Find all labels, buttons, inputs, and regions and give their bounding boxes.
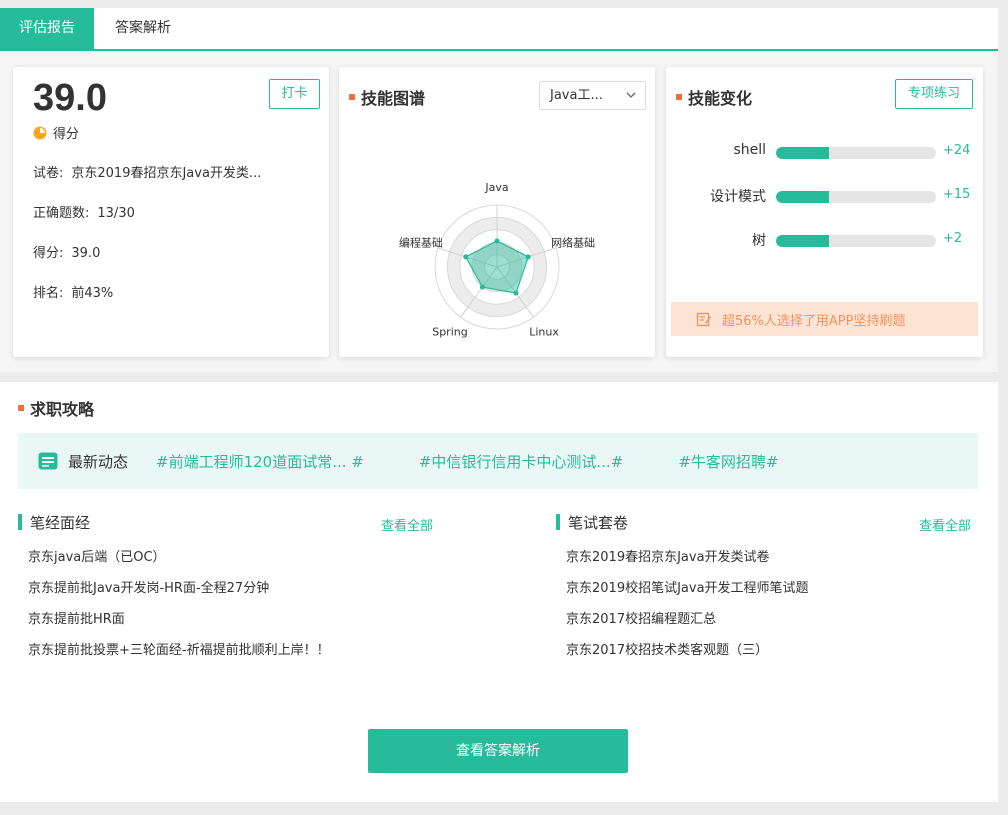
column-marker xyxy=(18,514,22,530)
news-tag[interactable]: #中信银行信用卡中心测试...# xyxy=(419,451,623,472)
app-promo-text: 超56%人选择了用APP坚持刷题 xyxy=(722,313,906,329)
info-label: 排名: xyxy=(33,286,64,301)
list-item[interactable]: 京东2019校招笔试Java开发工程师笔试题 xyxy=(566,573,976,604)
tab-bar: 评估报告 答案解析 xyxy=(0,8,998,51)
job-guide-section: 求职攻略 最新动态 #前端工程师120道面试常... # #中信银行信用卡中心测… xyxy=(0,382,998,802)
skill-radar-chart: Java 网络基础 Linux Spring 编程基础 xyxy=(399,181,595,339)
radar-data-point xyxy=(513,290,519,296)
column-marker xyxy=(556,514,560,530)
score-card: 39.0 得分 打卡 试卷: 京东2019春招京东Java开发类... 正确题数:… xyxy=(13,67,329,357)
exam-list: 京东2019春招京东Java开发类试卷 京东2019校招笔试Java开发工程师笔… xyxy=(556,542,976,666)
news-bar: 最新动态 #前端工程师120道面试常... # #中信银行信用卡中心测试...#… xyxy=(18,433,978,489)
pie-chart-icon xyxy=(33,126,47,139)
view-all-link[interactable]: 查看全部 xyxy=(381,515,433,534)
skill-delta: +24 xyxy=(943,143,971,158)
skill-map-title-text: 技能图谱 xyxy=(361,89,426,108)
radar-axis-label: Linux xyxy=(529,326,559,339)
title-marker xyxy=(18,405,24,411)
list-item[interactable]: 京东提前批投票+三轮面经-祈福提前批顺利上岸！！ xyxy=(28,635,438,666)
job-guide-title: 求职攻略 xyxy=(18,396,94,420)
radar-data-point xyxy=(463,254,469,260)
skill-row: shell +24 xyxy=(666,142,983,162)
skill-change-title: 技能变化 xyxy=(676,85,752,109)
radar-data-point xyxy=(494,238,500,244)
column-title: 笔试套卷 xyxy=(568,514,629,532)
skill-progress-fill xyxy=(776,147,829,159)
info-row-score: 得分: 39.0 xyxy=(33,242,100,261)
select-value: Java工... xyxy=(550,88,603,103)
skill-name: 设计模式 xyxy=(710,189,766,205)
score-label-row: 得分 xyxy=(33,123,79,142)
skill-map-card: 技能图谱 Java工... Java 网络基础 Linux Spring 编程基础 xyxy=(339,67,655,357)
radar-axis-label: Java xyxy=(484,181,508,194)
news-icon xyxy=(38,452,58,470)
skill-progress-fill xyxy=(776,235,829,247)
news-tag[interactable]: #牛客网招聘# xyxy=(678,451,778,472)
view-all-link[interactable]: 查看全部 xyxy=(919,515,971,534)
skill-change-card: 技能变化 专项练习 shell +24 设计模式 +15 树 +2 超56%人选… xyxy=(666,67,983,357)
list-item[interactable]: 京东java后端（已OC） xyxy=(28,542,438,573)
skill-name: shell xyxy=(733,142,766,158)
column-header: 笔试套卷 查看全部 xyxy=(556,510,976,534)
app-promo-banner[interactable]: 超56%人选择了用APP坚持刷题 xyxy=(671,302,978,336)
score-label: 得分 xyxy=(53,127,80,142)
skill-progress-fill xyxy=(776,191,829,203)
skill-progress-track xyxy=(776,147,936,159)
radar-axis-label: 编程基础 xyxy=(399,235,443,249)
info-value: 前43% xyxy=(71,286,114,301)
exam-papers-column: 笔试套卷 查看全部 京东2019春招京东Java开发类试卷 京东2019校招笔试… xyxy=(556,510,976,666)
title-marker xyxy=(676,94,682,100)
skill-progress-track xyxy=(776,191,936,203)
info-value: 13/30 xyxy=(97,206,135,221)
skill-progress-track xyxy=(776,235,936,247)
skill-map-title: 技能图谱 xyxy=(349,85,425,109)
info-value: 京东2019春招京东Java开发类... xyxy=(71,166,262,181)
tab-answer-analysis[interactable]: 答案解析 xyxy=(94,8,192,49)
radar-axis-label: 网络基础 xyxy=(551,235,595,249)
skill-category-select[interactable]: Java工... xyxy=(539,81,646,110)
job-guide-title-text: 求职攻略 xyxy=(30,400,95,419)
skill-delta: +2 xyxy=(943,231,963,246)
news-tag[interactable]: #前端工程师120道面试常... # xyxy=(156,451,364,472)
skill-name: 树 xyxy=(752,233,766,249)
chevron-down-icon xyxy=(626,92,636,98)
radar-data-point xyxy=(479,284,485,290)
list-item[interactable]: 京东2017校招技术类客观题（三） xyxy=(566,635,976,666)
info-label: 试卷: xyxy=(33,166,64,181)
list-item[interactable]: 京东2017校招编程题汇总 xyxy=(566,604,976,635)
interview-list: 京东java后端（已OC） 京东提前批Java开发岗-HR面-全程27分钟 京东… xyxy=(18,542,438,666)
info-row-paper: 试卷: 京东2019春招京东Java开发类... xyxy=(33,162,261,181)
info-label: 正确题数: xyxy=(33,206,90,221)
info-value: 39.0 xyxy=(71,246,101,261)
list-item[interactable]: 京东提前批HR面 xyxy=(28,604,438,635)
skill-row: 树 +2 xyxy=(666,230,983,250)
score-value: 39.0 xyxy=(33,77,107,119)
skill-change-title-text: 技能变化 xyxy=(688,89,753,108)
title-marker xyxy=(349,94,355,100)
info-row-rank: 排名: 前43% xyxy=(33,282,113,301)
radar-axis-label: Spring xyxy=(432,326,468,339)
news-label: 最新动态 xyxy=(68,452,129,471)
interview-experience-column: 笔经面经 查看全部 京东java后端（已OC） 京东提前批Java开发岗-HR面… xyxy=(18,510,438,666)
radar-data-point xyxy=(525,254,531,260)
tab-evaluation-report[interactable]: 评估报告 xyxy=(0,8,94,49)
skill-delta: +15 xyxy=(943,187,971,202)
practice-button[interactable]: 专项练习 xyxy=(895,79,973,109)
edit-note-icon xyxy=(696,312,711,327)
view-answers-button[interactable]: 查看答案解析 xyxy=(368,729,628,773)
list-item[interactable]: 京东2019春招京东Java开发类试卷 xyxy=(566,542,976,573)
column-title: 笔经面经 xyxy=(30,514,91,532)
checkin-button[interactable]: 打卡 xyxy=(269,79,320,109)
column-header: 笔经面经 查看全部 xyxy=(18,510,438,534)
info-label: 得分: xyxy=(33,246,64,261)
info-row-correct: 正确题数: 13/30 xyxy=(33,202,135,221)
list-item[interactable]: 京东提前批Java开发岗-HR面-全程27分钟 xyxy=(28,573,438,604)
skill-row: 设计模式 +15 xyxy=(666,186,983,206)
